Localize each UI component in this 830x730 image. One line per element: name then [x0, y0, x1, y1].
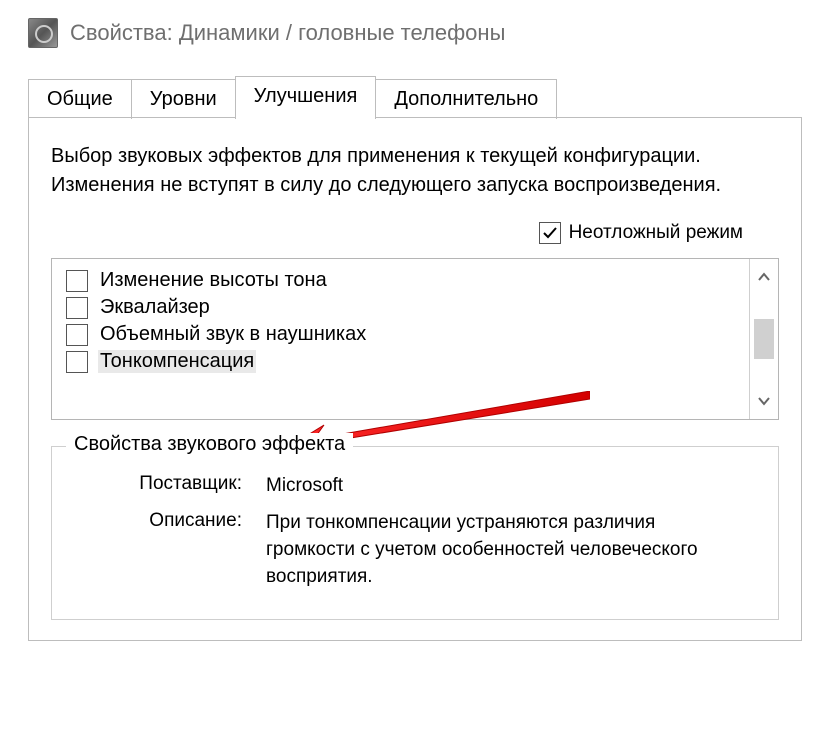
tab-strip: Общие Уровни Улучшения Дополнительно [28, 76, 830, 117]
effect-checkbox[interactable] [66, 297, 88, 319]
effect-headphone-surround[interactable]: Объемный звук в наушниках [62, 321, 739, 348]
effect-label: Тонкомпенсация [98, 350, 256, 373]
chevron-down-icon [757, 394, 771, 408]
speaker-icon [28, 18, 58, 48]
window-title: Свойства: Динамики / головные телефоны [70, 20, 505, 46]
vendor-label: Поставщик: [72, 473, 266, 500]
urgent-mode-checkbox[interactable] [539, 222, 561, 244]
effect-equalizer[interactable]: Эквалайзер [62, 294, 739, 321]
effect-checkbox[interactable] [66, 351, 88, 373]
tab-general[interactable]: Общие [28, 79, 132, 119]
tab-enhancements[interactable]: Улучшения [235, 76, 377, 118]
effect-pitch-shift[interactable]: Изменение высоты тона [62, 267, 739, 294]
titlebar: Свойства: Динамики / головные телефоны [0, 0, 830, 58]
scroll-down-button[interactable] [750, 383, 778, 419]
scrollbar[interactable] [749, 259, 778, 419]
properties-window: Свойства: Динамики / головные телефоны О… [0, 0, 830, 730]
effects-listbox: Изменение высоты тона Эквалайзер Объемны… [51, 258, 779, 420]
tab-advanced[interactable]: Дополнительно [375, 79, 557, 119]
tab-content: Выбор звуковых эффектов для применения к… [28, 117, 802, 641]
effects-list: Изменение высоты тона Эквалайзер Объемны… [52, 259, 749, 419]
description-value: При тонкомпенсации устраняются различия … [266, 510, 726, 591]
urgent-mode-label: Неотложный режим [569, 222, 743, 244]
checkmark-icon [542, 225, 558, 241]
effect-label: Объемный звук в наушниках [98, 323, 368, 346]
effect-properties-group: Свойства звукового эффекта Поставщик: Mi… [51, 446, 779, 620]
effect-loudness-equalization[interactable]: Тонкомпенсация [62, 348, 739, 375]
scroll-thumb[interactable] [754, 319, 774, 359]
vendor-row: Поставщик: Microsoft [72, 473, 758, 500]
description-label: Описание: [72, 510, 266, 591]
chevron-up-icon [757, 270, 771, 284]
description-row: Описание: При тонкомпенсации устраняются… [72, 510, 758, 591]
description-text: Выбор звуковых эффектов для применения к… [51, 142, 741, 200]
scroll-up-button[interactable] [750, 259, 778, 295]
effect-label: Изменение высоты тона [98, 269, 329, 292]
urgent-mode-row: Неотложный режим [51, 222, 779, 244]
group-title: Свойства звукового эффекта [66, 433, 353, 456]
vendor-value: Microsoft [266, 473, 726, 500]
tab-levels[interactable]: Уровни [131, 79, 236, 119]
effect-checkbox[interactable] [66, 324, 88, 346]
effect-label: Эквалайзер [98, 296, 212, 319]
effect-checkbox[interactable] [66, 270, 88, 292]
